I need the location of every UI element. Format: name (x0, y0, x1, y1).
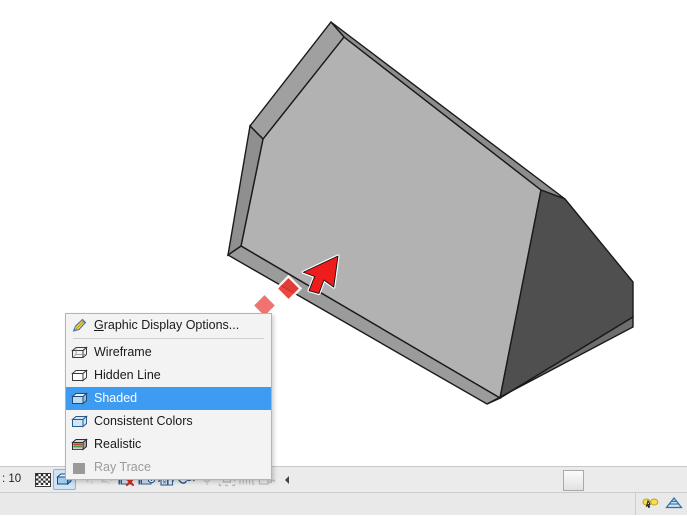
graphic-display-options-pencil-icon (72, 318, 87, 332)
menu-item-hidden-line[interactable]: Hidden Line (66, 364, 271, 387)
menu-item-consistent-colors[interactable]: Consistent Colors (66, 410, 271, 433)
hidden-line-box-icon (71, 368, 88, 382)
menu-item-label: Consistent Colors (94, 414, 193, 428)
menu-item-realistic[interactable]: Realistic (66, 433, 271, 456)
menu-item-label: Realistic (94, 437, 142, 451)
menu-item-label: Hidden Line (94, 368, 161, 382)
wireframe-box-icon (71, 345, 88, 358)
realistic-box-icon (71, 437, 88, 451)
shaded-box-icon (71, 391, 88, 405)
menu-item-wireframe[interactable]: Wireframe (66, 341, 271, 364)
crop-view-checker-icon[interactable] (33, 470, 52, 489)
visual-style-menu[interactable]: Graphic Display Options... Wireframe Hid… (65, 313, 272, 480)
menu-item-label: Shaded (94, 391, 138, 405)
menu-item-label: Wireframe (94, 345, 152, 359)
view-scale-label: : 10 (2, 473, 22, 485)
bottom-bar-right-group[interactable] (635, 493, 687, 515)
collapse-arrow-icon[interactable] (277, 470, 296, 489)
drawing-viewport[interactable]: Graphic Display Options... Wireframe Hid… (0, 0, 687, 480)
menu-separator (73, 338, 264, 339)
menu-item-label: Graphic Display Options... (94, 318, 240, 332)
filter-triangle-icon[interactable] (664, 495, 684, 513)
menu-item-graphic-display-options[interactable]: Graphic Display Options... (66, 314, 271, 337)
bottom-bar (0, 492, 687, 515)
resize-grip-button[interactable] (563, 470, 584, 491)
consistent-colors-box-icon (71, 414, 88, 428)
ray-trace-square-icon (73, 462, 85, 474)
select-links-glasses-icon[interactable] (641, 495, 661, 513)
menu-item-shaded[interactable]: Shaded (66, 387, 271, 410)
menu-item-label: Ray Trace (94, 460, 151, 474)
menu-item-ray-trace: Ray Trace (66, 456, 271, 479)
